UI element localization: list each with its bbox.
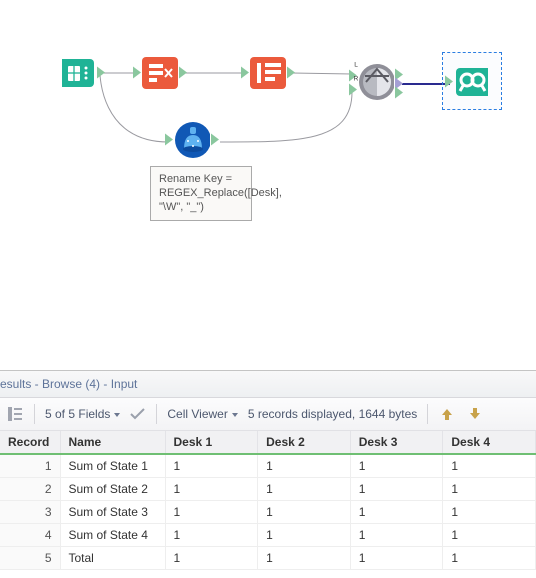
table-row[interactable]: 1Sum of State 11111 [0, 454, 536, 478]
col-desk4[interactable]: Desk 4 [443, 431, 536, 454]
cell-name: Sum of State 3 [60, 501, 165, 524]
cell-d2: 1 [258, 524, 351, 547]
cell-d4: 1 [443, 478, 536, 501]
cell-d1: 1 [165, 501, 258, 524]
join-R-port-label: R [349, 75, 363, 82]
results-panel-title: esults - Browse (4) - Input [0, 371, 536, 398]
move-down-button[interactable] [466, 405, 484, 423]
formula-annotation: Rename Key = REGEX_Replace([Desk], "\W",… [150, 166, 252, 221]
browse-tool[interactable] [454, 64, 490, 100]
cell-record: 1 [0, 454, 60, 478]
workflow-canvas[interactable]: L R Rename Key = REGEX_Replace([Desk], [0, 0, 536, 370]
join-tool[interactable]: L R [358, 64, 394, 100]
fields-summary-text: 5 of 5 Fields [45, 407, 110, 421]
col-desk3[interactable]: Desk 3 [350, 431, 443, 454]
cell-d2: 1 [258, 547, 351, 570]
chevron-down-icon [114, 413, 120, 417]
cell-name: Sum of State 1 [60, 454, 165, 478]
join-L-port-label: L [349, 61, 363, 68]
chevron-down-icon [232, 413, 238, 417]
table-row[interactable]: 5Total1111 [0, 547, 536, 570]
cell-record: 3 [0, 501, 60, 524]
cell-d2: 1 [258, 478, 351, 501]
cell-name: Sum of State 4 [60, 524, 165, 547]
results-toolbar: 5 of 5 Fields Cell Viewer 5 records disp… [0, 398, 536, 431]
col-desk2[interactable]: Desk 2 [258, 431, 351, 454]
col-desk1[interactable]: Desk 1 [165, 431, 258, 454]
results-panel: esults - Browse (4) - Input 5 of 5 Field… [0, 370, 536, 570]
records-summary: 5 records displayed, 1644 bytes [248, 407, 417, 421]
table-row[interactable]: 3Sum of State 31111 [0, 501, 536, 524]
cell-viewer-dropdown[interactable]: Cell Viewer [167, 407, 237, 421]
cell-d4: 1 [443, 524, 536, 547]
select-tool[interactable] [142, 55, 178, 91]
table-header-row: Record Name Desk 1 Desk 2 Desk 3 Desk 4 [0, 431, 536, 454]
col-record[interactable]: Record [0, 431, 60, 454]
input-data-tool[interactable] [60, 55, 96, 91]
cell-record: 4 [0, 524, 60, 547]
cell-d2: 1 [258, 454, 351, 478]
actions-menu-icon[interactable] [6, 405, 24, 423]
cell-d3: 1 [350, 547, 443, 570]
cell-d2: 1 [258, 501, 351, 524]
cell-d4: 1 [443, 547, 536, 570]
cell-record: 2 [0, 478, 60, 501]
fields-summary[interactable]: 5 of 5 Fields [45, 407, 120, 421]
cell-viewer-label: Cell Viewer [167, 407, 227, 421]
cell-d3: 1 [350, 454, 443, 478]
cell-d3: 1 [350, 524, 443, 547]
col-name[interactable]: Name [60, 431, 165, 454]
cell-d3: 1 [350, 478, 443, 501]
cell-d1: 1 [165, 454, 258, 478]
formula-tool[interactable] [174, 122, 210, 158]
cell-d1: 1 [165, 547, 258, 570]
table-row[interactable]: 2Sum of State 21111 [0, 478, 536, 501]
crosstab-tool[interactable] [250, 55, 286, 91]
cell-d4: 1 [443, 501, 536, 524]
cell-record: 5 [0, 547, 60, 570]
cell-d1: 1 [165, 478, 258, 501]
move-up-button[interactable] [438, 405, 456, 423]
cell-d1: 1 [165, 524, 258, 547]
cell-name: Total [60, 547, 165, 570]
check-icon [130, 408, 146, 420]
cell-d3: 1 [350, 501, 443, 524]
cell-name: Sum of State 2 [60, 478, 165, 501]
cell-d4: 1 [443, 454, 536, 478]
table-row[interactable]: 4Sum of State 41111 [0, 524, 536, 547]
results-table[interactable]: Record Name Desk 1 Desk 2 Desk 3 Desk 4 … [0, 431, 536, 570]
